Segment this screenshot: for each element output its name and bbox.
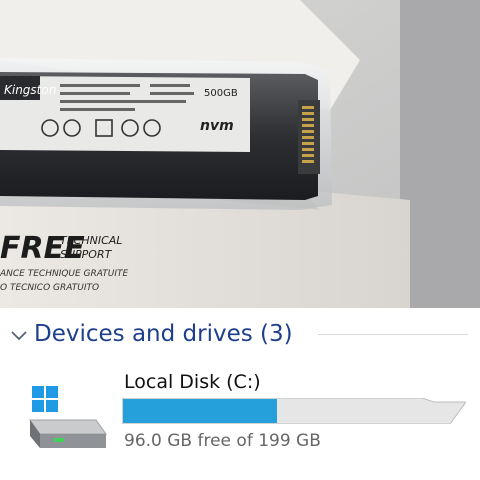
- ssd-box-photo: Kingston 500GB nvm FREE TECHNICAL SUPPOR…: [0, 0, 480, 308]
- box-fr-text: ANCE TECHNIQUE GRATUITE: [0, 269, 129, 279]
- drive-usage-bar: [122, 398, 466, 424]
- ssd-brand-text: Kingston: [4, 83, 56, 97]
- drive-name: Local Disk (C:): [124, 371, 261, 393]
- drive-item-c[interactable]: Local Disk (C:) 96.0 GB free of 199 GB: [26, 368, 466, 468]
- chevron-down-icon[interactable]: [8, 324, 30, 346]
- ssd-capacity-text: 500GB: [204, 88, 238, 99]
- devices-group-header[interactable]: Devices and drives (3): [8, 320, 468, 350]
- group-title: Devices and drives (3): [34, 321, 293, 347]
- box-technical-text: TECHNICAL: [60, 234, 122, 247]
- explorer-panel: Devices and drives (3) Local Disk (C:) 9…: [0, 308, 480, 480]
- box-support-text: SUPPORT: [60, 248, 113, 261]
- nvme-logo-text: nvm: [200, 118, 234, 134]
- box-es-text: O TECNICO GRATUITO: [0, 283, 99, 293]
- windows-drive-icon: [29, 386, 107, 448]
- drive-usage-fill: [123, 399, 277, 423]
- group-divider: [318, 334, 468, 335]
- drive-free-space: 96.0 GB free of 199 GB: [124, 431, 321, 451]
